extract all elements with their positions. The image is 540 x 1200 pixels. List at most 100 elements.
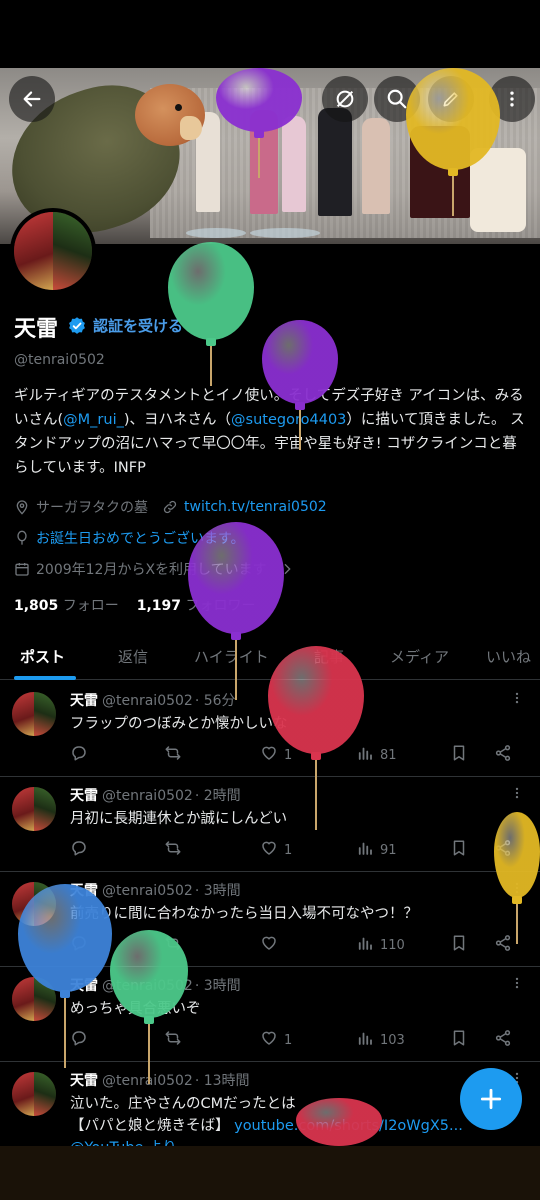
post-header: 天雷 @tenrai0502 · 56分 (70, 690, 236, 710)
views-button[interactable]: 110 (356, 934, 405, 956)
search-button[interactable] (374, 76, 420, 122)
post-avatar[interactable] (12, 1072, 56, 1116)
more-vertical-icon (515, 977, 519, 989)
compose-post-button[interactable] (460, 1068, 522, 1130)
verified-badge-icon (69, 316, 85, 334)
share-button[interactable] (494, 744, 512, 766)
post-author-handle: @tenrai0502 (102, 788, 193, 804)
following-link[interactable]: 1,805 フォロー (14, 595, 119, 615)
post-more-button[interactable] (510, 880, 524, 900)
profile-website-link[interactable]: twitch.tv/tenrai0502 (184, 499, 327, 515)
post-item[interactable]: 天雷 @tenrai0502 · 13時間 泣いた。庄やさんのCMだったとは 【パパと娘… (0, 1062, 540, 1157)
views-button[interactable]: 103 (356, 1029, 405, 1051)
view-count: 110 (380, 937, 405, 953)
post-item[interactable]: 天雷 @tenrai0502 · 3時間 前売りに間に合わなかったら当日入場不可なやつ… (0, 872, 540, 967)
repost-button[interactable] (164, 1029, 182, 1051)
profile-location: サーガヲタクの墓 (36, 500, 148, 516)
reply-icon (70, 934, 88, 956)
tab-likes[interactable]: いいね (486, 646, 531, 667)
following-count: 1,805 (14, 598, 59, 614)
acrylic-stand-base (186, 228, 246, 238)
tab-posts[interactable]: ポスト (20, 646, 65, 667)
post-author-name: 天雷 (70, 788, 98, 804)
bio-mention-link[interactable]: @sutegoro4403 (231, 412, 346, 428)
profile-joined: 2009年12月からXを利用しています (36, 562, 267, 578)
arrow-left-icon (23, 91, 41, 107)
bio-mention-link[interactable]: @M_rui_ (63, 412, 124, 428)
back-button[interactable] (9, 76, 55, 122)
profile-avatar[interactable] (10, 208, 96, 294)
share-icon (494, 1029, 512, 1051)
like-button[interactable]: 1 (260, 744, 292, 766)
post-avatar[interactable] (12, 692, 56, 736)
repost-button[interactable] (164, 839, 182, 861)
tab-media[interactable]: メディア (390, 646, 449, 667)
post-item[interactable]: 天雷 @tenrai0502 · 56分フラップのつぼみとか懐かしいな 1 81 (0, 682, 540, 777)
like-button[interactable] (260, 934, 284, 956)
avatar-art-right (34, 882, 56, 926)
share-button[interactable] (494, 934, 512, 956)
post-avatar[interactable] (12, 882, 56, 926)
acrylic-stand-base (250, 228, 320, 238)
post-more-button[interactable] (510, 785, 524, 805)
bookmark-button[interactable] (450, 744, 468, 766)
post-avatar[interactable] (12, 977, 56, 1021)
repost-button[interactable] (164, 934, 182, 956)
post-actions: 1 81 (70, 744, 520, 764)
share-button[interactable] (494, 1029, 512, 1051)
views-button[interactable]: 81 (356, 744, 397, 766)
view-count: 103 (380, 1032, 405, 1048)
like-button[interactable]: 1 (260, 1029, 292, 1051)
post-item[interactable]: 天雷 @tenrai0502 · 3時間 めっちゃ具合悪いぞ 1 103 (0, 967, 540, 1062)
share-icon (494, 839, 512, 861)
bookmark-icon (450, 839, 468, 861)
balloon-icon (17, 530, 27, 545)
post-link[interactable]: youtube.com/shorts/I2oWgX5... (234, 1118, 463, 1134)
edit-button[interactable] (428, 76, 474, 122)
post-text: 月初に長期連休とか誠にしんどい (70, 811, 288, 827)
post-text: フラップのつぼみとか懐かしいな (70, 716, 288, 732)
reply-button[interactable] (70, 934, 88, 956)
bookmark-icon (450, 934, 468, 956)
like-count: 1 (284, 747, 293, 763)
repost-button[interactable] (164, 744, 182, 766)
tab-replies[interactable]: 返信 (118, 646, 148, 667)
bookmark-button[interactable] (450, 1029, 468, 1051)
reply-button[interactable] (70, 744, 88, 766)
bookmark-icon (450, 1029, 468, 1051)
grok-button[interactable] (322, 76, 368, 122)
post-actions: 1 91 (70, 839, 520, 859)
more-options-button[interactable] (489, 76, 535, 122)
share-icon (494, 934, 512, 956)
profile-birthday[interactable]: お誕生日おめでとうございます。 (36, 528, 245, 548)
avatar-art-left (12, 787, 34, 831)
status-bar-area (0, 0, 540, 68)
grok-icon (336, 90, 354, 108)
post-more-button[interactable] (510, 975, 524, 995)
reply-icon (70, 1029, 88, 1051)
avatar-art-right (53, 212, 92, 290)
tab-highlights[interactable]: ハイライト (194, 646, 269, 667)
post-header: 天雷 @tenrai0502 · 3時間 (70, 880, 241, 900)
view-count: 81 (380, 747, 397, 763)
post-item[interactable]: 天雷 @tenrai0502 · 2時間月初に長期連休とか誠にしんどい 1 91 (0, 777, 540, 872)
get-verified-link[interactable]: 認証を受ける (67, 315, 183, 336)
like-button[interactable]: 1 (260, 839, 292, 861)
heart-icon (260, 934, 278, 956)
reply-button[interactable] (70, 1029, 88, 1051)
tab-articles[interactable]: 記事 (314, 646, 344, 667)
profile-joined-row[interactable]: 2009年12月からXを利用しています (14, 559, 295, 579)
followers-link[interactable]: 1,197 フォロワー (137, 595, 256, 615)
reply-button[interactable] (70, 839, 88, 861)
post-time: · 3時間 (194, 883, 241, 899)
profile-handle: @tenrai0502 (14, 352, 105, 368)
share-button[interactable] (494, 839, 512, 861)
post-avatar[interactable] (12, 787, 56, 831)
post-more-button[interactable] (510, 690, 524, 710)
bookmark-button[interactable] (450, 934, 468, 956)
post-header: 天雷 @tenrai0502 · 2時間 (70, 785, 241, 805)
views-button[interactable]: 91 (356, 839, 397, 861)
post-text: 泣いた。庄やさんのCMだったとは (70, 1096, 296, 1112)
bookmark-button[interactable] (450, 839, 468, 861)
lovebird-beak (180, 116, 202, 140)
